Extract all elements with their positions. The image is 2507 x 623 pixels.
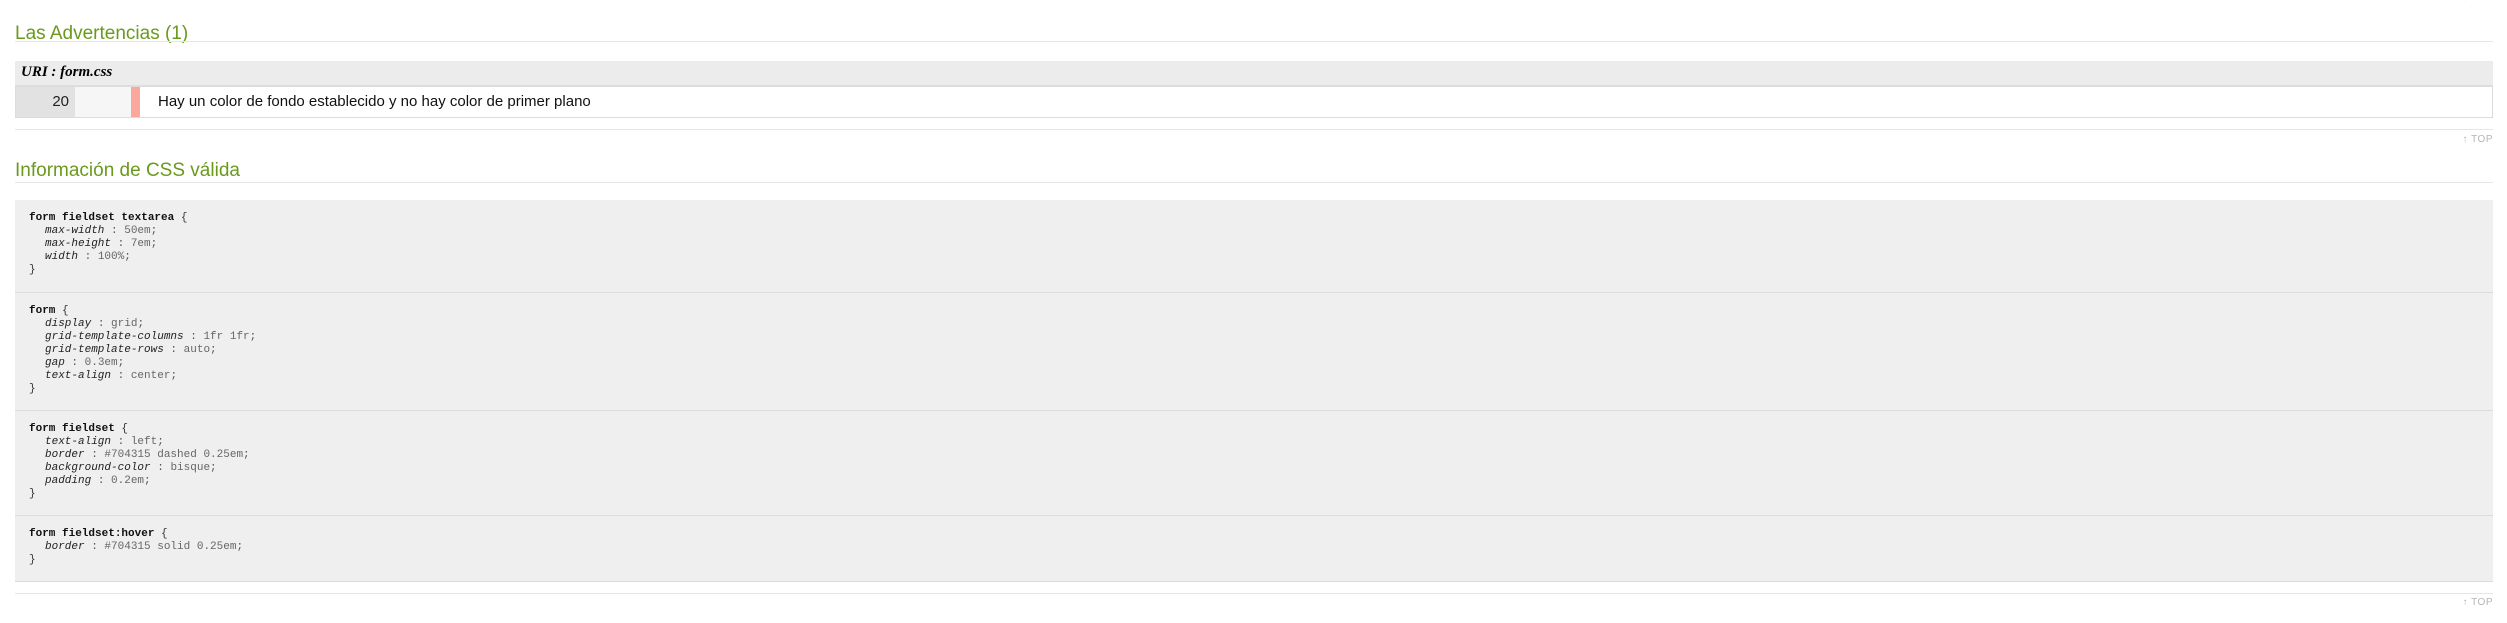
- css-value: 50em: [124, 225, 151, 237]
- css-property: grid-template-rows: [45, 344, 164, 356]
- css-rule-block: form fieldset:hover { border : #704315 s…: [15, 516, 2493, 582]
- divider: [15, 129, 2493, 130]
- css-selector: form fieldset textarea: [29, 212, 175, 224]
- css-property: display: [45, 318, 92, 330]
- css-property: width: [45, 251, 79, 263]
- css-rule-block: form { display : grid; grid-template-col…: [15, 293, 2493, 411]
- css-value: grid: [111, 318, 138, 330]
- css-value: center: [130, 370, 171, 382]
- css-property: text-align: [45, 436, 112, 448]
- warning-severity-marker: [131, 87, 140, 117]
- top-link[interactable]: ↑ TOP: [2463, 0, 2493, 3]
- css-value: left: [130, 436, 158, 448]
- css-property: padding: [45, 475, 92, 487]
- css-value: 0.3em: [84, 357, 118, 369]
- warning-row: 20 Hay un color de fondo establecido y n…: [15, 86, 2493, 118]
- css-value: 7em: [130, 238, 151, 250]
- css-value: auto: [183, 344, 211, 356]
- css-value: 100%: [97, 251, 125, 263]
- warning-line-number: 20: [16, 87, 75, 117]
- css-rule-block: form fieldset { text-align : left; borde…: [15, 411, 2493, 516]
- css-property: max-width: [45, 225, 105, 237]
- css-property: max-height: [45, 238, 112, 250]
- divider: [15, 593, 2493, 594]
- css-rule-block: form fieldset textarea { max-width : 50e…: [15, 200, 2493, 293]
- css-selector: form: [29, 305, 56, 317]
- divider: [15, 182, 2493, 183]
- css-property: gap: [45, 357, 65, 369]
- css-property: text-align: [45, 370, 112, 382]
- uri-header: URI : form.css: [15, 61, 2493, 86]
- warning-level-cell: [75, 87, 131, 117]
- css-value: bisque: [170, 462, 211, 474]
- top-link[interactable]: ↑ TOP: [2463, 134, 2493, 145]
- css-selector: form fieldset:hover: [29, 528, 155, 540]
- css-value: 0.2em: [111, 475, 145, 487]
- valid-css-heading: Información de CSS válida: [15, 160, 240, 181]
- css-property: border: [45, 541, 85, 553]
- css-property: grid-template-columns: [45, 331, 184, 343]
- css-property: border: [45, 449, 85, 461]
- css-property: background-color: [45, 462, 151, 474]
- css-value: 1fr 1fr: [203, 331, 250, 343]
- top-link[interactable]: ↑ TOP: [2463, 597, 2493, 608]
- uri-label: URI : form.css: [21, 64, 113, 80]
- css-value: #704315 dashed 0.25em: [104, 449, 244, 461]
- css-selector: form fieldset: [29, 423, 115, 435]
- divider: [15, 41, 2493, 42]
- warning-message: Hay un color de fondo establecido y no h…: [158, 93, 591, 110]
- css-value: #704315 solid 0.25em: [104, 541, 237, 553]
